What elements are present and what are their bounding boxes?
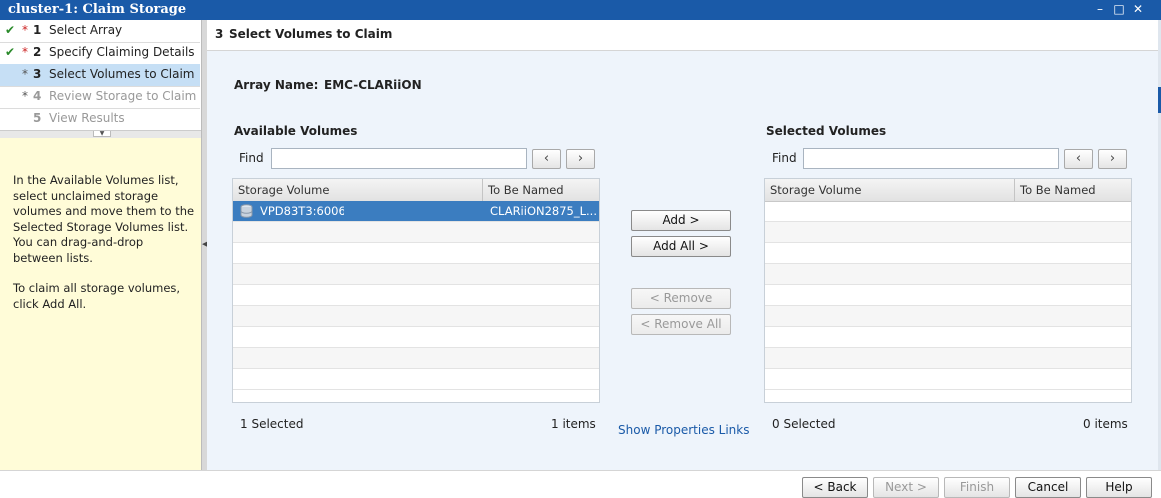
required-star-icon: *: [22, 89, 28, 103]
array-name-value: EMC-CLARiiON-(: [324, 78, 421, 92]
help-text-2: To claim all storage volumes, click Add …: [13, 281, 181, 311]
column-to-be-named[interactable]: To Be Named: [1020, 183, 1096, 197]
step-specify-claiming-details[interactable]: ✔ * 2 Specify Claiming Details: [0, 42, 200, 65]
chevron-left-icon: ‹: [543, 151, 550, 166]
column-to-be-named[interactable]: To Be Named: [488, 183, 564, 197]
collapse-handle-icon[interactable]: ▼: [93, 131, 111, 137]
close-icon[interactable]: ✕: [1130, 1, 1146, 18]
table-row-empty: [765, 285, 1131, 306]
step-label: View Results: [49, 111, 125, 125]
table-header: Storage Volume To Be Named: [233, 179, 599, 202]
remove-all-button[interactable]: < Remove All: [631, 314, 731, 335]
step-select-array[interactable]: ✔ * 1 Select Array: [0, 20, 200, 43]
help-text-1: In the Available Volumes list, select un…: [13, 173, 195, 265]
step-label: Review Storage to Claim: [49, 89, 197, 103]
available-selected-count: 1 Selected: [240, 417, 304, 431]
step-select-volumes[interactable]: * 3 Select Volumes to Claim: [0, 64, 200, 87]
main-panel: 3 Select Volumes to Claim Array Name: EM…: [207, 20, 1158, 470]
required-star-icon: *: [22, 23, 28, 37]
add-button[interactable]: Add >: [631, 210, 731, 231]
selected-find-label: Find: [772, 151, 797, 165]
available-volumes-table: Storage Volume To Be Named VPD83T3:6006(…: [232, 178, 600, 403]
available-find-input[interactable]: [271, 148, 527, 169]
column-storage-volume[interactable]: Storage Volume: [770, 183, 861, 197]
add-all-button[interactable]: Add All >: [631, 236, 731, 257]
table-row-empty: [765, 327, 1131, 348]
step-number: 4: [33, 89, 42, 103]
chevron-right-icon: ›: [1109, 151, 1116, 166]
page-header: 3 Select Volumes to Claim: [207, 20, 1158, 51]
step-number: 5: [33, 111, 42, 125]
selected-volumes-title: Selected Volumes: [766, 124, 887, 138]
table-header: Storage Volume To Be Named: [765, 179, 1131, 202]
minimize-icon[interactable]: –: [1092, 1, 1108, 18]
show-properties-link[interactable]: Show Properties Links: [618, 423, 749, 437]
table-row-empty: [233, 222, 599, 243]
required-star-icon: *: [22, 45, 28, 59]
page-title: Select Volumes to Claim: [229, 27, 393, 41]
table-row[interactable]: VPD83T3:6006( CLARiiON2875_L...: [233, 201, 599, 222]
back-button[interactable]: < Back: [802, 477, 868, 498]
available-find-prev-button[interactable]: ‹: [532, 149, 561, 169]
table-row-empty: [233, 285, 599, 306]
help-panel: In the Available Volumes list, select un…: [0, 138, 202, 470]
step-label: Select Array: [49, 23, 123, 37]
table-row-empty: [765, 222, 1131, 243]
maximize-icon[interactable]: □: [1111, 1, 1127, 18]
wizard-footer: < Back Next > Finish Cancel Help: [0, 470, 1161, 498]
column-storage-volume[interactable]: Storage Volume: [238, 183, 329, 197]
finish-button[interactable]: Finish: [944, 477, 1010, 498]
table-row-empty: [765, 306, 1131, 327]
page-step-number: 3: [215, 27, 224, 41]
checkmark-icon: ✔: [5, 45, 16, 59]
table-row-empty: [233, 243, 599, 264]
table-row-empty: [765, 369, 1131, 390]
available-find-label: Find: [239, 151, 264, 165]
next-button[interactable]: Next >: [873, 477, 939, 498]
checkmark-icon: ✔: [5, 23, 16, 37]
selected-item-count: 0 items: [1083, 417, 1128, 431]
step-number: 3: [33, 67, 42, 81]
cell-storage-volume: VPD83T3:6006(: [260, 204, 344, 218]
selected-find-next-button[interactable]: ›: [1098, 149, 1127, 169]
step-review-storage: * 4 Review Storage to Claim: [0, 86, 200, 109]
step-number: 2: [33, 45, 42, 59]
available-find-next-button[interactable]: ›: [566, 149, 595, 169]
available-item-count: 1 items: [551, 417, 596, 431]
table-row-empty: [765, 243, 1131, 264]
storage-volume-icon: [240, 204, 253, 218]
selected-find-input[interactable]: [803, 148, 1059, 169]
help-button[interactable]: Help: [1086, 477, 1152, 498]
window-titlebar: cluster-1: Claim Storage – □ ✕: [0, 0, 1161, 20]
table-row-empty: [233, 327, 599, 348]
step-label: Select Volumes to Claim: [49, 67, 195, 81]
table-row-empty: [233, 306, 599, 327]
step-view-results: 5 View Results: [0, 108, 200, 130]
chevron-right-icon: ›: [577, 151, 584, 166]
table-row-empty: [233, 348, 599, 369]
selected-volumes-table: Storage Volume To Be Named: [764, 178, 1132, 403]
window-title: cluster-1: Claim Storage: [8, 2, 187, 17]
remove-button[interactable]: < Remove: [631, 288, 731, 309]
cancel-button[interactable]: Cancel: [1015, 477, 1081, 498]
step-number: 1: [33, 23, 42, 37]
chevron-left-icon: ‹: [1075, 151, 1082, 166]
table-row-empty: [765, 264, 1131, 285]
selected-find-prev-button[interactable]: ‹: [1064, 149, 1093, 169]
array-name-label: Array Name:: [234, 78, 319, 92]
table-row-empty: [765, 348, 1131, 369]
cell-to-be-named: CLARiiON2875_L...: [490, 204, 597, 218]
available-volumes-title: Available Volumes: [234, 124, 358, 138]
table-row-empty: [233, 369, 599, 390]
table-row-empty: [765, 201, 1131, 222]
wizard-steps: ✔ * 1 Select Array ✔ * 2 Specify Claimin…: [0, 20, 202, 130]
selected-selected-count: 0 Selected: [772, 417, 836, 431]
table-row-empty: [233, 264, 599, 285]
step-label: Specify Claiming Details: [49, 45, 195, 59]
required-star-icon: *: [22, 67, 28, 81]
